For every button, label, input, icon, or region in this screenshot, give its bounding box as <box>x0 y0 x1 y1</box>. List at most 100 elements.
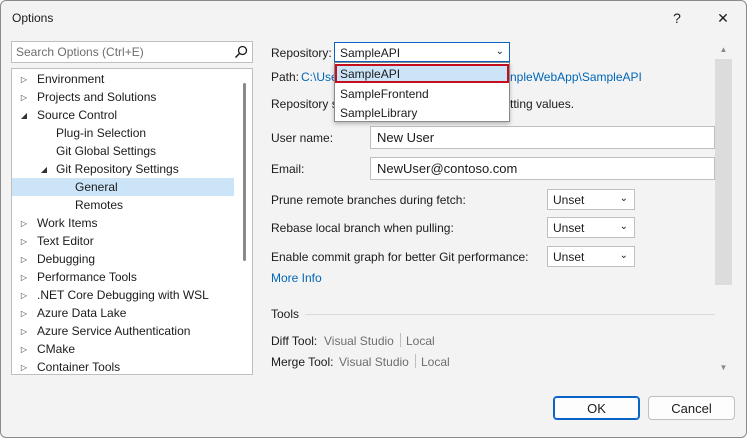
repo-settings-text-start: Repository s <box>271 97 338 111</box>
tree-item-label: Debugging <box>37 252 96 266</box>
merge-tool-local[interactable]: Local <box>421 355 450 369</box>
merge-tool-visual-studio[interactable]: Visual Studio <box>339 355 409 369</box>
repository-option-samplefrontend[interactable]: SampleFrontend <box>335 84 509 103</box>
section-divider <box>305 314 715 315</box>
dialog-title: Options <box>12 11 54 25</box>
tree-item-environment[interactable]: ▷ Environment <box>12 70 234 88</box>
user-name-field <box>370 126 715 149</box>
collapse-arrow-icon[interactable]: ◢ <box>19 110 29 120</box>
tree-item-net-core-debugging-wsl[interactable]: ▷ .NET Core Debugging with WSL <box>12 286 234 304</box>
tree-item-label: Git Repository Settings <box>56 162 179 176</box>
tools-heading: Tools <box>271 307 300 321</box>
tree-item-git-global-settings[interactable]: Git Global Settings <box>12 142 234 160</box>
repository-option-sampleapi[interactable]: SampleAPI <box>335 64 509 83</box>
commit-graph-value: Unset <box>553 250 585 264</box>
tree-item-azure-data-lake[interactable]: ▷ Azure Data Lake <box>12 304 234 322</box>
email-input[interactable] <box>377 161 697 176</box>
expand-arrow-icon[interactable]: ▷ <box>19 74 29 84</box>
rebase-label: Rebase local branch when pulling: <box>271 221 454 235</box>
diff-tool-visual-studio[interactable]: Visual Studio <box>324 334 394 348</box>
tree-item-label: Performance Tools <box>37 270 137 284</box>
email-label: Email: <box>271 162 305 176</box>
divider <box>415 354 416 368</box>
tree-item-general[interactable]: General <box>12 178 234 196</box>
tree-item-label: Container Tools <box>37 360 121 374</box>
tree-item-label: Text Editor <box>37 234 94 248</box>
prune-label: Prune remote branches during fetch: <box>271 193 466 207</box>
tree-item-projects-and-solutions[interactable]: ▷ Projects and Solutions <box>12 88 234 106</box>
tree-item-source-control[interactable]: ◢ Source Control <box>12 106 234 124</box>
search-options-box <box>11 41 253 63</box>
expand-arrow-icon[interactable]: ▷ <box>19 92 29 102</box>
repository-selected-value: SampleAPI <box>340 46 401 60</box>
chevron-down-icon: ⌄ <box>619 221 628 232</box>
expand-arrow-icon[interactable]: ▷ <box>19 344 29 354</box>
path-link-start[interactable]: C:\Use <box>301 70 338 84</box>
email-field <box>370 157 715 180</box>
tree-scrollbar-thumb[interactable] <box>243 83 246 261</box>
repository-combobox[interactable]: SampleAPI ⌄ <box>334 42 510 62</box>
repo-settings-text-end: tting values. <box>510 97 575 111</box>
tree-item-git-repository-settings[interactable]: ◢ Git Repository Settings <box>12 160 234 178</box>
help-button[interactable]: ? <box>661 5 693 31</box>
expand-arrow-icon[interactable]: ▷ <box>19 362 29 372</box>
user-name-label: User name: <box>271 131 334 145</box>
prune-value: Unset <box>553 193 585 207</box>
tree-item-remotes[interactable]: Remotes <box>12 196 234 214</box>
expand-arrow-icon[interactable]: ▷ <box>19 326 29 336</box>
search-icon[interactable] <box>234 45 248 59</box>
tree-item-label: Source Control <box>37 108 118 122</box>
search-input[interactable] <box>16 44 228 60</box>
expand-arrow-icon[interactable]: ▷ <box>19 308 29 318</box>
title-bar: Options ? ✕ <box>1 1 746 35</box>
repository-option-samplelibrary[interactable]: SampleLibrary <box>335 103 509 122</box>
close-button[interactable]: ✕ <box>707 5 739 31</box>
options-dialog: Options ? ✕ ▷ Environment ▷ Projects and… <box>0 0 747 438</box>
tree-item-debugging[interactable]: ▷ Debugging <box>12 250 234 268</box>
path-link-end[interactable]: nple​WebApp\SampleAPI <box>510 70 642 84</box>
scroll-down-arrow-icon[interactable]: ▼ <box>715 363 732 375</box>
tree-item-label: Plug-in Selection <box>56 126 147 140</box>
collapse-arrow-icon[interactable]: ◢ <box>39 164 49 174</box>
tree-item-label: Azure Data Lake <box>37 306 127 320</box>
more-info-link[interactable]: More Info <box>271 271 322 285</box>
expand-arrow-icon[interactable]: ▷ <box>19 272 29 282</box>
tree-item-plug-in-selection[interactable]: Plug-in Selection <box>12 124 234 142</box>
ok-button[interactable]: OK <box>553 396 640 420</box>
expand-arrow-icon[interactable]: ▷ <box>19 236 29 246</box>
tree-item-azure-service-authentication[interactable]: ▷ Azure Service Authentication <box>12 322 234 340</box>
tree-item-text-editor[interactable]: ▷ Text Editor <box>12 232 234 250</box>
scroll-up-arrow-icon[interactable]: ▲ <box>715 45 732 57</box>
commit-graph-label: Enable commit graph for better Git perfo… <box>271 250 529 264</box>
user-name-input[interactable] <box>377 130 697 145</box>
tree-item-label: Git Global Settings <box>56 144 157 158</box>
cancel-button[interactable]: Cancel <box>648 396 735 420</box>
chevron-down-icon: ⌄ <box>619 193 628 204</box>
diff-tool-local[interactable]: Local <box>406 334 435 348</box>
expand-arrow-icon[interactable]: ▷ <box>19 290 29 300</box>
tree-item-label: Remotes <box>75 198 124 212</box>
expand-arrow-icon[interactable]: ▷ <box>19 218 29 228</box>
divider <box>400 333 401 347</box>
prune-select[interactable]: Unset ⌄ <box>547 189 635 210</box>
tree-item-label: CMake <box>37 342 76 356</box>
repository-label: Repository: <box>271 46 332 60</box>
tree-item-work-items[interactable]: ▷ Work Items <box>12 214 234 232</box>
rebase-select[interactable]: Unset ⌄ <box>547 217 635 238</box>
tree-item-label: Environment <box>37 72 105 86</box>
tree-item-label: Azure Service Authentication <box>37 324 191 338</box>
chevron-down-icon: ⌄ <box>495 46 504 57</box>
tree-item-label: Projects and Solutions <box>37 90 157 104</box>
merge-tool-label: Merge Tool: <box>271 355 334 369</box>
tree-item-cmake[interactable]: ▷ CMake <box>12 340 234 358</box>
commit-graph-select[interactable]: Unset ⌄ <box>547 246 635 267</box>
options-tree: ▷ Environment ▷ Projects and Solutions ◢… <box>11 68 253 375</box>
path-label: Path: <box>271 70 300 84</box>
panel-scrollbar-thumb[interactable] <box>715 59 732 285</box>
expand-arrow-icon[interactable]: ▷ <box>19 254 29 264</box>
tree-item-container-tools[interactable]: ▷ Container Tools <box>12 358 234 374</box>
tree-item-performance-tools[interactable]: ▷ Performance Tools <box>12 268 234 286</box>
diff-tool-label: Diff Tool: <box>271 334 318 348</box>
tree-item-label: General <box>75 180 118 194</box>
tree-item-label: .NET Core Debugging with WSL <box>37 288 209 302</box>
